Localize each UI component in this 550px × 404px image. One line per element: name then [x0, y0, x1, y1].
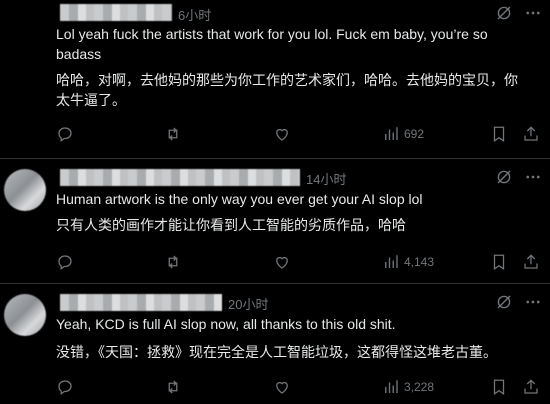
reply-translation: 只有人类的画作才能让你看到人工智能的劣质作品，哈哈	[56, 217, 406, 233]
blurred-username	[60, 169, 300, 186]
reply-text: Human artwork is the only way you ever g…	[56, 191, 423, 207]
reply-text: Lol yeah fuck the artists that work for …	[56, 26, 488, 62]
views-count: 692	[404, 127, 425, 141]
views-icon[interactable]	[382, 378, 400, 396]
reply-translation: 哈哈，对啊，去他妈的那些为你工作的艺术家们，哈哈。去他妈的宝贝，你太牛逼了。	[56, 72, 518, 108]
reply-icon[interactable]	[56, 125, 74, 143]
share-icon[interactable]	[522, 125, 540, 143]
views-count: 3,228	[404, 380, 435, 394]
reply-icon[interactable]	[56, 253, 74, 271]
reply-3[interactable]: 20小时 Yeah, KCD is full AI slop now, all …	[0, 284, 550, 404]
bookmark-icon[interactable]	[490, 378, 508, 396]
avatar[interactable]	[4, 294, 46, 336]
timestamp[interactable]: 6小时	[178, 5, 211, 24]
repost-icon[interactable]	[164, 253, 182, 271]
reply-translation: 没错，《天国：拯救》现在完全是人工智能垃圾，这都得怪这堆老古董。	[56, 344, 497, 360]
mute-icon[interactable]	[495, 293, 513, 311]
share-icon[interactable]	[522, 378, 540, 396]
blurred-username	[60, 4, 172, 21]
like-icon[interactable]	[273, 125, 291, 143]
mute-icon[interactable]	[495, 4, 513, 22]
reply-icon[interactable]	[56, 378, 74, 396]
more-icon[interactable]	[524, 4, 542, 22]
views-icon[interactable]	[382, 125, 400, 143]
avatar[interactable]	[4, 169, 46, 211]
reply-1[interactable]: 6小时 Lol yeah fuck the artists that work …	[0, 0, 550, 158]
bookmark-icon[interactable]	[490, 253, 508, 271]
more-icon[interactable]	[524, 293, 542, 311]
reply-text: Yeah, KCD is full AI slop now, all thank…	[56, 316, 396, 332]
bookmark-icon[interactable]	[490, 125, 508, 143]
views-icon[interactable]	[382, 253, 400, 271]
share-icon[interactable]	[522, 253, 540, 271]
repost-icon[interactable]	[164, 125, 182, 143]
mute-icon[interactable]	[495, 168, 513, 186]
blurred-username	[60, 294, 222, 311]
repost-icon[interactable]	[164, 378, 182, 396]
more-icon[interactable]	[524, 168, 542, 186]
reply-2[interactable]: 14小时 Human artwork is the only way you e…	[0, 159, 550, 283]
views-count: 4,143	[404, 255, 435, 269]
like-icon[interactable]	[273, 253, 291, 271]
timestamp[interactable]: 14小时	[306, 169, 346, 188]
like-icon[interactable]	[273, 378, 291, 396]
timestamp[interactable]: 20小时	[228, 294, 268, 313]
